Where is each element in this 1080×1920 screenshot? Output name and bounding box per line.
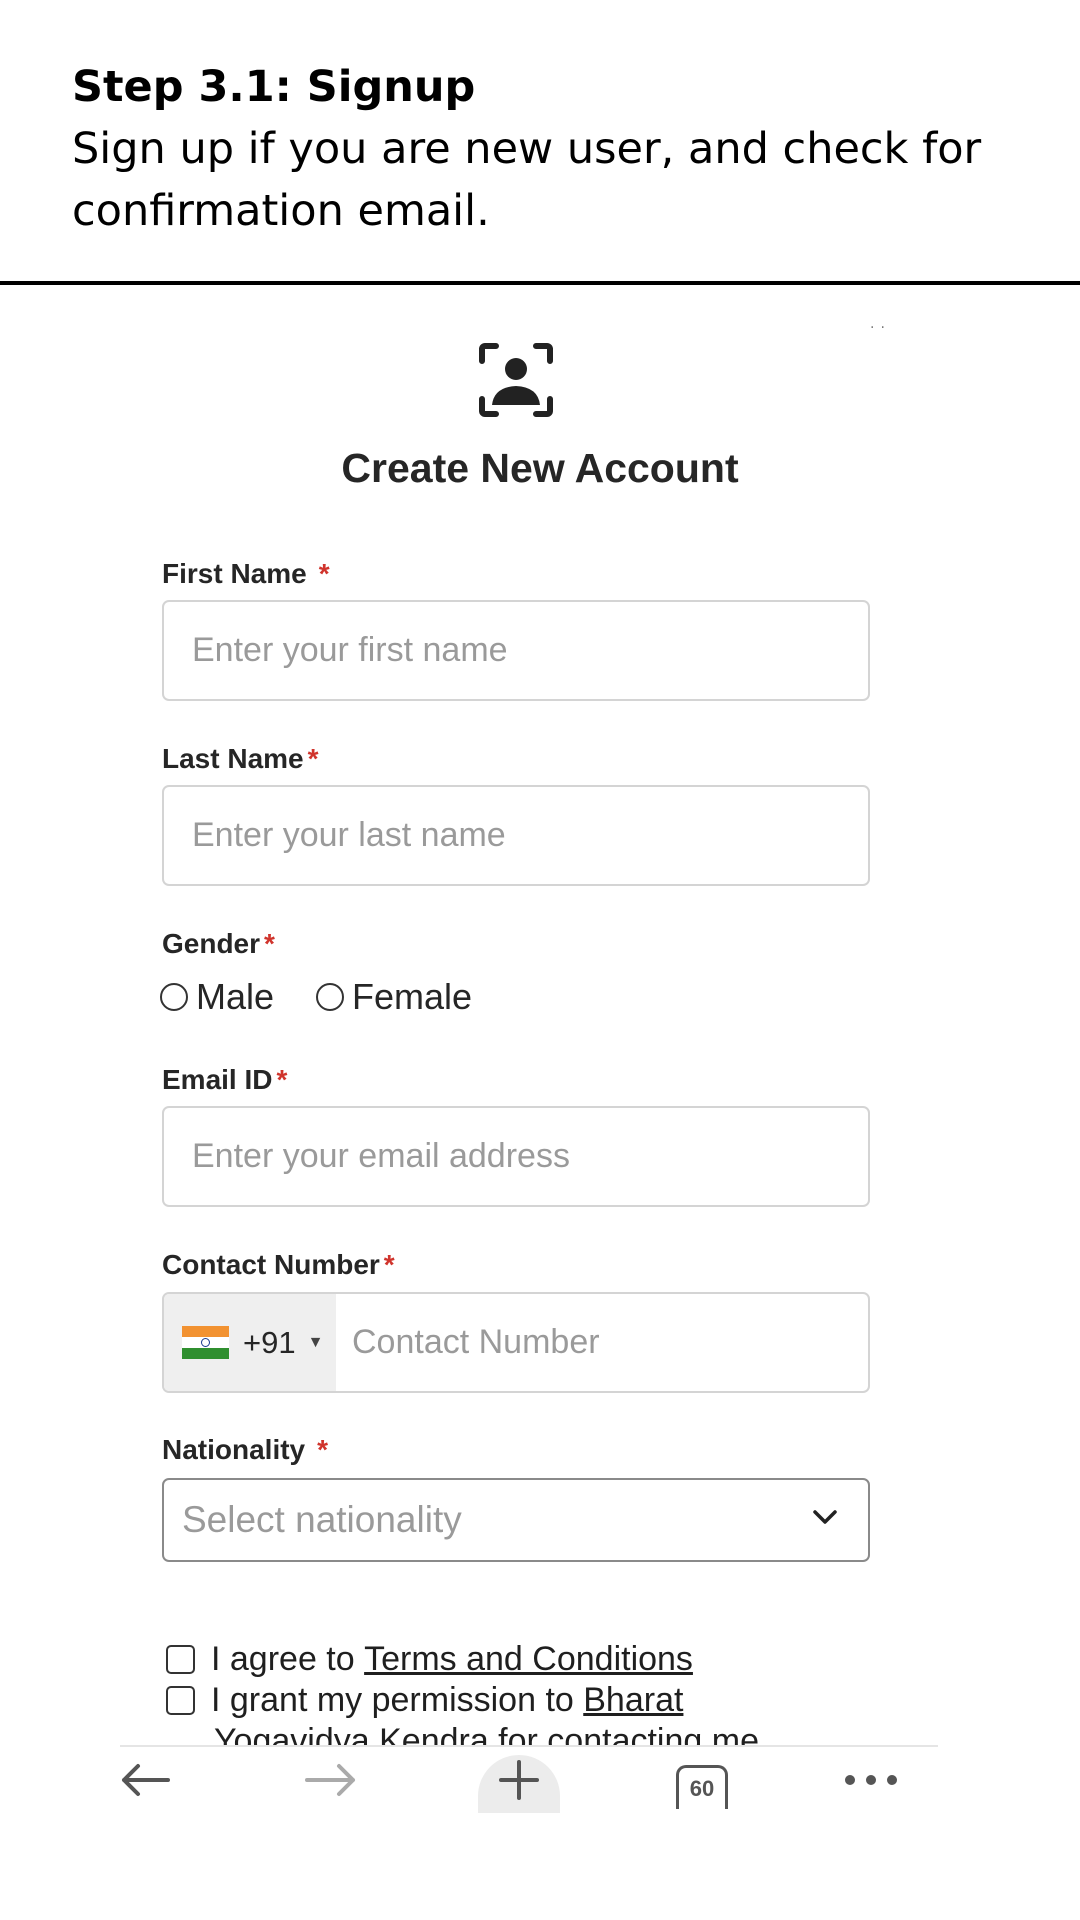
- email-label-text: Email ID: [162, 1064, 273, 1095]
- browser-nav-bar: 60: [120, 1747, 938, 1813]
- radio-male[interactable]: [160, 983, 188, 1011]
- required-marker: *: [317, 1434, 329, 1465]
- terms-link[interactable]: Terms and Conditions: [364, 1640, 693, 1679]
- last-name-input[interactable]: Enter your last name: [162, 785, 870, 886]
- contact-label-text: Contact Number: [162, 1249, 380, 1280]
- email-input[interactable]: Enter your email address: [162, 1106, 870, 1207]
- more-dots-icon: [845, 1775, 897, 1785]
- more-dots-faint-icon: ··: [870, 320, 891, 336]
- back-arrow-icon: [122, 1764, 170, 1796]
- caret-down-icon: ▼: [307, 1333, 324, 1351]
- last-name-label-text: Last Name: [162, 743, 304, 774]
- chevron-down-icon: [813, 1510, 837, 1524]
- gender-radio-group: Male Female: [160, 975, 514, 1019]
- country-code: +91: [243, 1324, 296, 1360]
- nationality-label-text: Nationality: [162, 1434, 306, 1465]
- gender-label: Gender *: [162, 928, 275, 960]
- required-marker: *: [276, 1064, 288, 1095]
- nationality-label: Nationality *: [162, 1434, 328, 1466]
- gender-label-text: Gender: [162, 928, 261, 959]
- permission-checkbox[interactable]: [166, 1686, 195, 1715]
- tabs-icon: 60: [676, 1765, 728, 1809]
- radio-female-label: Female: [352, 976, 473, 1017]
- radio-male-label: Male: [196, 976, 275, 1017]
- plus-icon: [499, 1760, 539, 1800]
- first-name-label: First Name *: [162, 558, 330, 590]
- divider: [0, 281, 1080, 285]
- more-button[interactable]: [843, 1747, 899, 1813]
- permission-text: I grant my permission to: [211, 1681, 584, 1719]
- required-marker: *: [318, 558, 330, 589]
- permission-continuation: Yogavidya Kendra for contacting me: [214, 1722, 759, 1747]
- last-name-label: Last Name *: [162, 743, 319, 775]
- terms-text: I agree to: [211, 1640, 365, 1678]
- country-code-selector[interactable]: +91 ▼: [164, 1294, 336, 1391]
- gender-male-option[interactable]: Male: [160, 976, 274, 1018]
- india-flag-icon: [182, 1326, 229, 1359]
- nationality-placeholder: Select nationality: [182, 1499, 462, 1540]
- first-name-label-text: First Name: [162, 558, 307, 589]
- tab-count: 60: [689, 1775, 715, 1801]
- contact-number-input[interactable]: Contact Number: [336, 1294, 868, 1391]
- screenshot-frame: [120, 300, 938, 1820]
- gender-female-option[interactable]: Female: [316, 976, 472, 1018]
- terms-checkbox[interactable]: [166, 1645, 195, 1674]
- form-title: Create New Account: [341, 445, 739, 491]
- contact-field: +91 ▼ Contact Number: [162, 1292, 870, 1393]
- permission-row: I grant my permission to Bharat: [166, 1681, 683, 1720]
- radio-female[interactable]: [316, 983, 345, 1011]
- step-title: Step 3.1: Signup: [72, 62, 476, 112]
- required-marker: *: [307, 743, 319, 774]
- terms-row: I agree to Terms and Conditions: [166, 1640, 693, 1679]
- back-button[interactable]: [120, 1747, 170, 1813]
- email-label: Email ID *: [162, 1064, 287, 1096]
- contact-label: Contact Number *: [162, 1249, 395, 1281]
- required-marker: *: [264, 928, 275, 959]
- step-description: Sign up if you are new user, and check f…: [72, 124, 982, 236]
- permission-link[interactable]: Bharat: [583, 1681, 683, 1720]
- forward-button[interactable]: [305, 1747, 357, 1813]
- required-marker: *: [383, 1249, 395, 1280]
- account-icon: [479, 343, 553, 417]
- tabs-button[interactable]: 60: [674, 1747, 730, 1813]
- new-tab-button[interactable]: [478, 1747, 560, 1813]
- first-name-input[interactable]: Enter your first name: [162, 600, 870, 701]
- forward-arrow-icon: [305, 1764, 355, 1796]
- nationality-select[interactable]: Select nationality: [162, 1478, 870, 1562]
